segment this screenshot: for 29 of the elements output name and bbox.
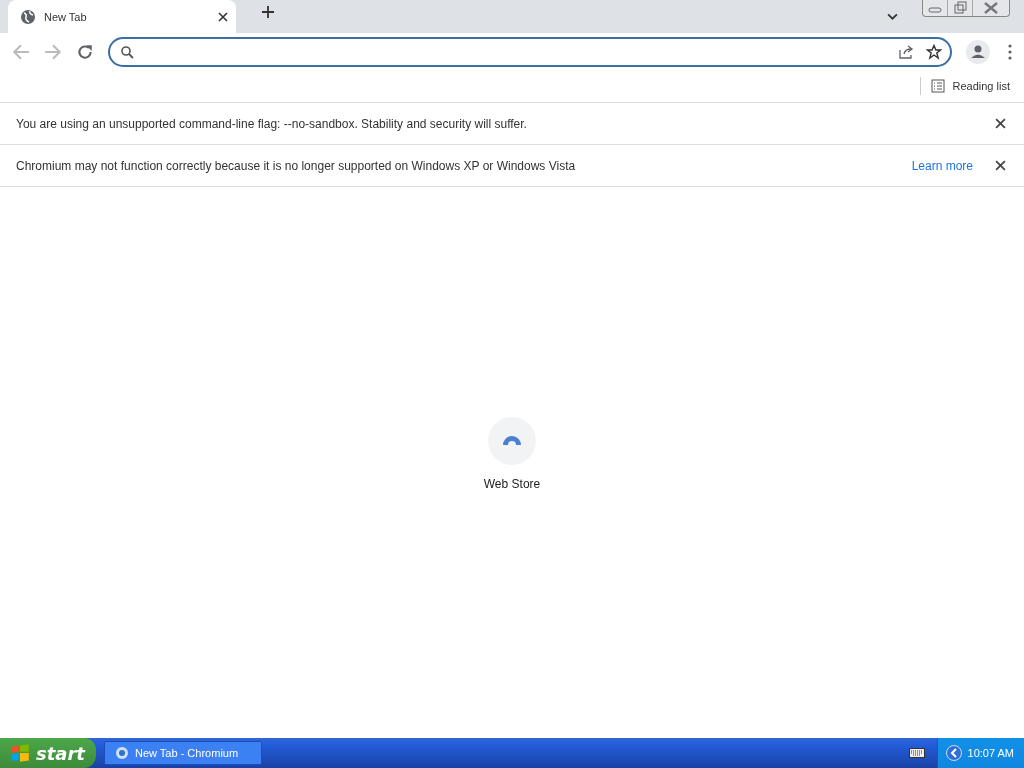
clock: 10:07 AM (967, 747, 1014, 759)
reload-icon[interactable] (76, 42, 94, 61)
close-icon[interactable] (218, 11, 228, 22)
reading-list-button[interactable]: Reading list (930, 79, 1010, 93)
windows-flag-icon (10, 743, 30, 763)
browser-tab[interactable]: New Tab (8, 0, 236, 33)
taskbar-button[interactable]: New Tab - Chromium (104, 741, 262, 765)
list-icon (930, 79, 945, 93)
browser-app-icon (115, 746, 129, 760)
web-store-icon (488, 417, 536, 465)
learn-more-link[interactable]: Learn more (911, 158, 973, 173)
profile-icon[interactable] (966, 39, 990, 64)
menu-icon[interactable] (1008, 43, 1012, 60)
start-button[interactable]: start (0, 738, 96, 768)
close-icon[interactable] (995, 118, 1006, 129)
chevron-left-icon[interactable] (945, 745, 962, 761)
close-icon[interactable] (995, 160, 1006, 171)
share-icon[interactable] (898, 43, 914, 60)
search-icon (120, 44, 134, 59)
infobar-message: You are using an unsupported command-line flag: --no-sandbox. Stability and security will suffer. (16, 116, 528, 131)
keyboard-icon[interactable] (908, 748, 925, 758)
new-tab-icon[interactable] (262, 5, 274, 18)
address-bar[interactable] (108, 36, 952, 67)
tab-title: New Tab (44, 10, 88, 23)
shortcut-tile[interactable]: Web Store (483, 417, 541, 497)
infobar-message: Chromium may not function correctly because it is no longer supported on Windows XP or Windows Vista (16, 158, 577, 173)
star-icon[interactable] (926, 43, 942, 60)
chevron-down-icon[interactable] (887, 13, 898, 20)
globe-icon (20, 8, 36, 25)
